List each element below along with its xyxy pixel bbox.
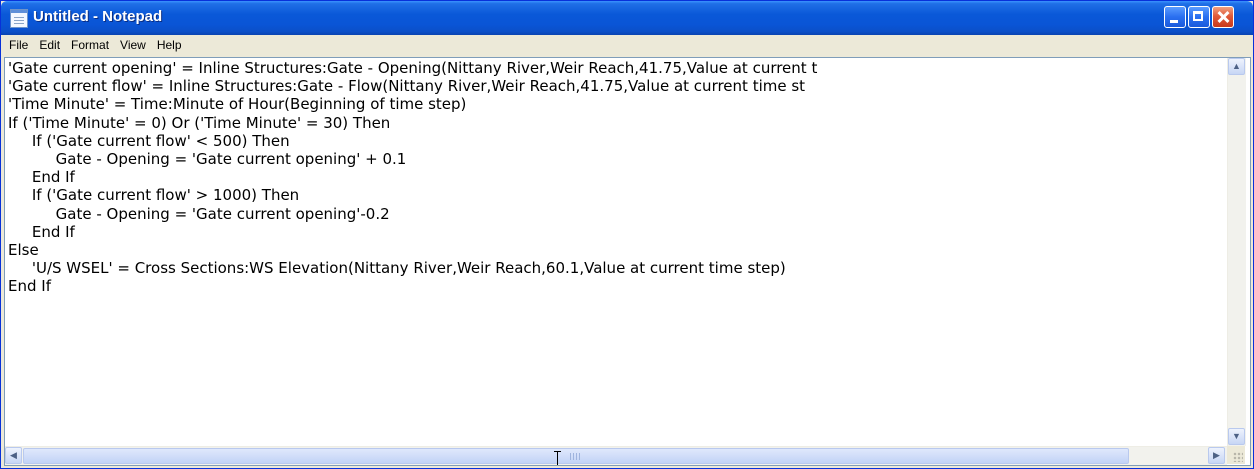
text-area[interactable]: 'Gate current opening' = Inline Structur… <box>8 59 1224 444</box>
close-button[interactable] <box>1212 6 1234 28</box>
notepad-window: Untitled - Notepad File Edit Format View… <box>0 0 1254 469</box>
arrow-down-icon: ▼ <box>1232 431 1241 441</box>
menu-help[interactable]: Help <box>152 38 188 52</box>
menu-view[interactable]: View <box>115 38 152 52</box>
maximize-button[interactable] <box>1188 6 1210 28</box>
notepad-icon[interactable] <box>10 9 28 28</box>
scroll-down-button[interactable]: ▼ <box>1228 428 1245 445</box>
menu-bar: File Edit Format View Help <box>4 35 1250 55</box>
menu-file[interactable]: File <box>4 38 34 52</box>
arrow-up-icon: ▲ <box>1232 61 1241 71</box>
scroll-right-button[interactable]: ▶ <box>1208 447 1225 464</box>
vertical-scrollbar[interactable]: ▲ ▼ <box>1227 58 1246 446</box>
title-bar[interactable]: Untitled - Notepad <box>1 1 1253 35</box>
scroll-thumb-grip <box>570 453 582 460</box>
text-cursor-icon <box>553 451 563 465</box>
scroll-left-button[interactable]: ◀ <box>5 447 22 464</box>
editor: 'Gate current opening' = Inline Structur… <box>4 57 1251 466</box>
scroll-up-button[interactable]: ▲ <box>1228 58 1245 75</box>
resize-grip[interactable] <box>1227 446 1245 464</box>
horizontal-scroll-thumb[interactable] <box>23 448 1129 464</box>
menu-format[interactable]: Format <box>66 38 115 52</box>
arrow-right-icon: ▶ <box>1213 450 1220 460</box>
menu-edit[interactable]: Edit <box>34 38 66 52</box>
horizontal-scrollbar[interactable]: ◀ ▶ <box>5 446 1227 465</box>
window-title: Untitled - Notepad <box>33 8 163 25</box>
arrow-left-icon: ◀ <box>10 450 17 460</box>
minimize-button[interactable] <box>1164 6 1186 28</box>
